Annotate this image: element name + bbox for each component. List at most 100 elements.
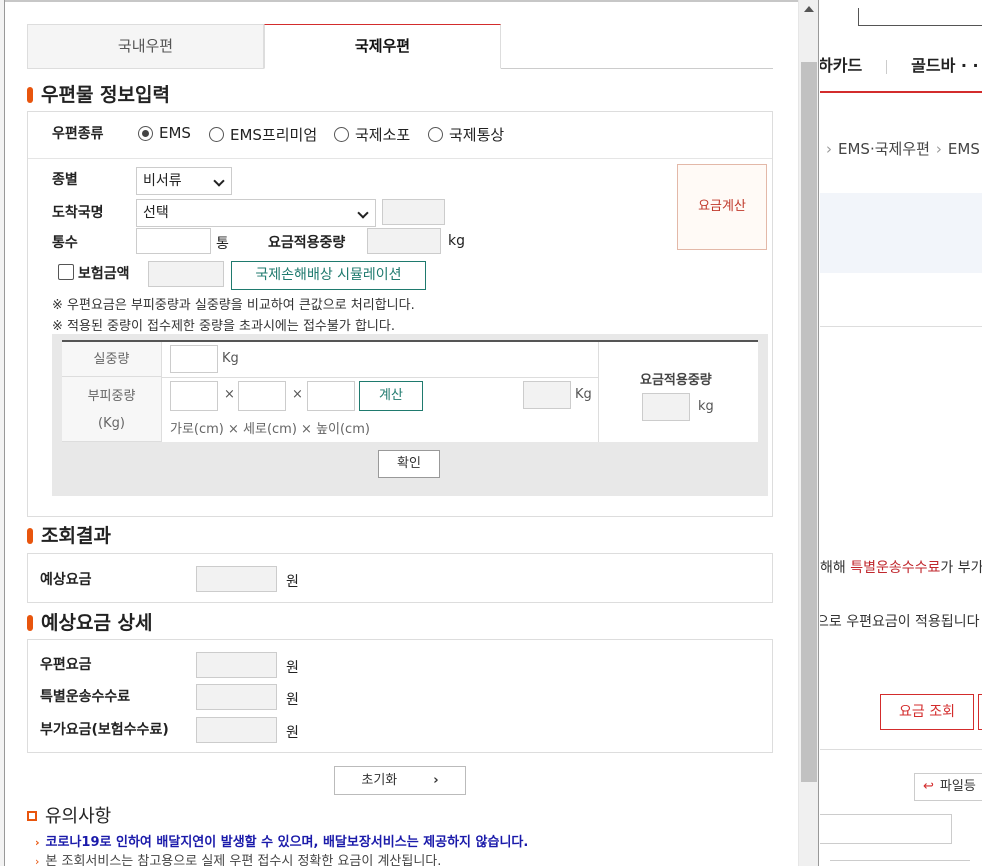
section-marker-icon	[27, 87, 33, 103]
background-text: 해해 특별운송수수료가 부가	[820, 560, 982, 576]
insurance-fee-label: 부가요금(보험수수료)	[40, 722, 169, 738]
special-transport-fee-label: 특별운송수수료	[40, 689, 131, 705]
radio-ems-premium[interactable]: EMS프리미엄	[209, 124, 317, 145]
chevron-down-icon	[357, 207, 369, 219]
background-breadcrumb: › EMS·국제우편 › EMS	[826, 140, 980, 158]
note-line: ※ 우편요금은 부피중량과 실중량을 비교하여 큰값으로 처리합니다.	[52, 298, 415, 313]
insurance-amount-field	[148, 261, 224, 287]
section-title-notice: 유의사항	[27, 802, 111, 828]
expected-fee-label: 예상요금	[40, 572, 92, 588]
count-label: 통수	[52, 235, 78, 251]
breadcrumb-item[interactable]: EMS	[948, 140, 980, 158]
weight-calculator-panel: 실중량 Kg 부피중량 (Kg) × × 계산 Kg 가로(cm) × 세로(c…	[52, 334, 768, 496]
breadcrumb-item[interactable]: EMS·국제우편	[838, 140, 930, 158]
input-form-box: 우편종류 EMS EMS프리미엄 국제소포 국제통상 종별 비서류 도착국명 선…	[27, 111, 773, 517]
applied-weight-field	[367, 228, 441, 254]
depth-input[interactable]	[238, 381, 286, 411]
applied-weight-result	[642, 393, 690, 421]
insurance-label: 보험금액	[78, 266, 130, 282]
background-nav-item[interactable]: 하카드	[820, 56, 862, 75]
count-unit: 통	[216, 236, 229, 252]
mail-type-label: 우편종류	[52, 126, 104, 142]
applied-weight-unit: kg	[448, 233, 465, 249]
special-transport-fee-field	[196, 684, 277, 710]
radio-intl-parcel[interactable]: 국제소포	[334, 124, 410, 145]
applied-weight-title: 요금적용중량	[640, 373, 712, 388]
rate-calculator-popup: 국내우편 국제우편 우편물 정보입력 우편종류 EMS EMS프리미엄 국제소포…	[4, 0, 819, 866]
note-line: ※ 적용된 중량이 접수제한 중량을 초과시에는 접수불가 합니다.	[52, 319, 395, 334]
height-input[interactable]	[307, 381, 355, 411]
radio-checked-icon	[138, 125, 153, 141]
background-nav: 하카드 골드바 · ·	[820, 52, 979, 76]
volume-weight-unit: Kg	[575, 387, 592, 402]
scroll-thumb[interactable]	[801, 62, 817, 782]
actual-weight-unit: Kg	[222, 351, 239, 366]
detail-box: 우편요금 원 특별운송수수료 원 부가요금(보험수수료) 원	[27, 639, 773, 753]
section-marker-icon	[27, 811, 37, 821]
background-divider	[820, 749, 982, 750]
background-rate-button[interactable]: 요금 조회	[880, 694, 974, 730]
postage-label: 우편요금	[40, 657, 92, 673]
result-box: 예상요금 원	[27, 553, 773, 603]
background-divider	[820, 326, 982, 327]
section-marker-icon	[27, 528, 33, 544]
calculate-fee-button[interactable]: 요금계산	[677, 164, 767, 250]
background-search-box	[858, 8, 982, 26]
section-title-detail: 예상요금 상세	[27, 608, 153, 635]
reset-button[interactable]: 초기화 ›	[334, 766, 466, 795]
insurance-checkbox[interactable]	[58, 264, 74, 280]
background-button-edge[interactable]	[978, 694, 982, 730]
radio-ems[interactable]: EMS	[138, 124, 191, 142]
background-banner	[820, 193, 982, 273]
background-footer-line	[830, 860, 970, 866]
chevron-down-icon	[213, 175, 225, 187]
applied-weight-label: 요금적용중량	[268, 235, 346, 251]
applied-weight-result-unit: kg	[698, 399, 714, 414]
section-marker-icon	[27, 615, 33, 631]
country-label: 도착국명	[52, 205, 104, 221]
background-text: 으로 우편요금이 적용됩니다	[820, 614, 980, 630]
actual-weight-input[interactable]	[170, 345, 218, 373]
currency-unit: 원	[286, 692, 299, 708]
volume-weight-label: 부피중량 (Kg)	[62, 377, 162, 442]
width-input[interactable]	[170, 381, 218, 411]
chevron-right-icon: ›	[433, 773, 439, 788]
radio-unchecked-icon	[334, 127, 349, 142]
currency-unit: 원	[286, 725, 299, 741]
count-input[interactable]	[136, 228, 211, 254]
vertical-scrollbar[interactable]	[798, 0, 818, 866]
kind-label: 종별	[52, 172, 78, 188]
currency-unit: 원	[286, 574, 299, 590]
expected-fee-field	[196, 566, 277, 592]
actual-weight-label: 실중량	[62, 342, 162, 377]
confirm-button[interactable]: 확인	[378, 450, 440, 478]
background-nav-underline	[820, 91, 982, 93]
insurance-fee-field	[196, 717, 277, 743]
compute-button[interactable]: 계산	[359, 381, 423, 411]
weight-table: 실중량 Kg 부피중량 (Kg) × × 계산 Kg 가로(cm) × 세로(c…	[62, 340, 758, 442]
currency-unit: 원	[286, 660, 299, 676]
dimensions-hint: 가로(cm) × 세로(cm) × 높이(cm)	[170, 422, 370, 437]
radio-unchecked-icon	[209, 127, 224, 142]
section-title-input: 우편물 정보입력	[27, 80, 170, 107]
postal-type-tabs: 국내우편 국제우편	[27, 24, 773, 69]
background-nav-item[interactable]: 골드바 · ·	[911, 56, 978, 75]
background-file-button[interactable]: ↩ 파일등	[914, 773, 982, 801]
notice-item: › 본 조회서비스는 참고용으로 실제 우편 접수시 정확한 요금이 계산됩니다.	[35, 854, 442, 866]
background-page: 하카드 골드바 · · › EMS·국제우편 › EMS 해해 특별운송수수료가 부가 …	[820, 0, 982, 866]
bullet-arrow-icon: ›	[35, 855, 40, 866]
section-title-result: 조회결과	[27, 521, 111, 548]
kind-select[interactable]: 비서류	[136, 167, 232, 195]
notice-item: › 코로나19로 인하여 배달지연이 발생할 수 있으며, 배달보장서비스는 제공…	[35, 835, 529, 850]
radio-unchecked-icon	[428, 127, 443, 142]
radio-intl-letter[interactable]: 국제통상	[428, 124, 504, 145]
simulation-button[interactable]: 국제손해배상 시뮬레이션	[231, 261, 426, 290]
tab-domestic[interactable]: 국내우편	[27, 24, 264, 69]
postage-field	[196, 652, 277, 678]
country-code-field	[382, 199, 445, 225]
tab-international[interactable]: 국제우편	[264, 24, 501, 69]
scroll-up-arrow-icon[interactable]	[804, 6, 814, 12]
country-select[interactable]: 선택	[136, 199, 376, 227]
background-input[interactable]	[820, 814, 952, 844]
volume-weight-field	[523, 381, 571, 409]
